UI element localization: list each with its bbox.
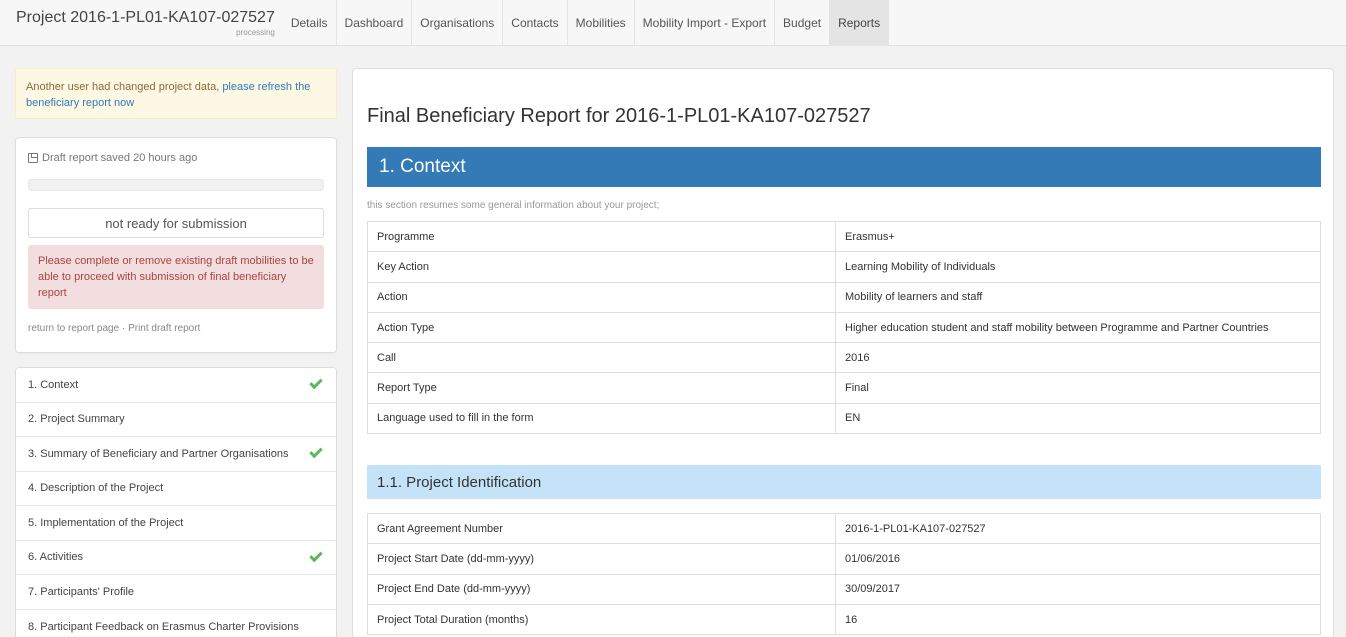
table-row: Language used to fill in the form EN (367, 402, 1321, 435)
identification-table: Grant Agreement Number 2016-1-PL01-KA107-… (367, 513, 1321, 636)
table-row: Action Mobility of learners and staff (367, 281, 1321, 313)
tab-reports[interactable]: Reports (830, 0, 890, 46)
floppy-disk-icon (28, 153, 38, 163)
report-progress-bar (28, 179, 324, 191)
field-value: 2016-1-PL01-KA107-027527 (835, 513, 1321, 545)
table-row: Key Action Learning Mobility of Individua… (367, 251, 1321, 283)
field-label: Project Total Duration (months) (367, 603, 836, 636)
project-title: Project 2016-1-PL01-KA107-027527 (16, 8, 275, 26)
field-value: Erasmus+ (835, 220, 1321, 253)
tab-dashboard[interactable]: Dashboard (337, 0, 413, 46)
tab-organisations[interactable]: Organisations (412, 0, 504, 46)
draft-mobilities-error: Please complete or remove existing draft… (28, 245, 324, 309)
section-nav-label: 2. Project Summary (28, 413, 125, 426)
field-value: EN (835, 402, 1321, 435)
print-draft-link[interactable]: Print draft report (128, 323, 200, 334)
field-label: Project Start Date (dd-mm-yyyy) (367, 543, 836, 575)
draft-status-text: Draft report saved 20 hours ago (42, 152, 198, 164)
section-nav-label: 7. Participants' Profile (28, 585, 135, 598)
context-section-header: 1. Context (367, 147, 1321, 187)
section-nav-item[interactable]: 7. Participants' Profile (16, 575, 336, 610)
section-nav-label: 5. Implementation of the Project (28, 516, 184, 529)
tab-mobilities[interactable]: Mobilities (568, 0, 635, 46)
field-label: Programme (367, 220, 836, 253)
report-title: Final Beneficiary Report for 2016-1-PL01… (367, 105, 871, 127)
project-brand[interactable]: Project 2016-1-PL01-KA107-027527 process… (0, 0, 283, 45)
field-value: 2016 (835, 342, 1321, 374)
section-nav-label: 8. Participant Feedback on Erasmus Chart… (28, 620, 299, 633)
context-table: Programme Erasmus+ Key Action Learning Mobi… (367, 220, 1321, 435)
warning-text: Another user had changed project data, (26, 81, 223, 93)
table-row: Project Start Date (dd-mm-yyyy) 01/06/201… (367, 543, 1321, 575)
field-label: Report Type (367, 372, 836, 404)
section-nav-item[interactable]: 5. Implementation of the Project (16, 506, 336, 541)
section-nav-label: 1. Context (28, 378, 79, 391)
checkmark-icon (309, 445, 323, 459)
section-nav-item[interactable]: 1. Context (16, 368, 336, 403)
return-to-report-link[interactable]: return to report page (28, 323, 119, 334)
field-label: Language used to fill in the form (367, 402, 836, 435)
section-nav-item[interactable]: 8. Participant Feedback on Erasmus Chart… (16, 610, 336, 637)
checkmark-icon (309, 376, 323, 390)
refresh-warning-alert: Another user had changed project data, p… (15, 68, 337, 119)
section-nav-label: 3. Summary of Beneficiary and Partner Or… (28, 447, 289, 460)
checkmark-icon (309, 548, 323, 562)
table-row: Call 2016 (367, 342, 1321, 374)
field-value: Learning Mobility of Individuals (835, 251, 1321, 283)
table-row: Action Type Higher education student and … (367, 311, 1321, 344)
table-row: Grant Agreement Number 2016-1-PL01-KA107-… (367, 513, 1321, 545)
field-value: 16 (835, 603, 1321, 636)
tab-budget[interactable]: Budget (775, 0, 831, 46)
section-nav-label: 4. Description of the Project (28, 482, 164, 495)
tab-details[interactable]: Details (283, 0, 337, 46)
section-nav-item[interactable]: 4. Description of the Project (16, 472, 336, 506)
submission-panel: Draft report saved 20 hours ago not read… (15, 137, 337, 353)
project-status: processing (236, 27, 275, 37)
section-nav-item[interactable]: 3. Summary of Beneficiary and Partner Or… (16, 437, 336, 472)
left-sidebar: Another user had changed project data, p… (15, 68, 337, 637)
field-label: Grant Agreement Number (367, 513, 836, 545)
section-nav: 1. Context 2. Project Summary 3. Summary o… (15, 367, 337, 637)
field-value: Higher education student and staff mobil… (835, 311, 1321, 344)
field-label: Action (367, 281, 836, 313)
section-nav-item[interactable]: 2. Project Summary (16, 403, 336, 437)
table-row: Report Type Final (367, 372, 1321, 404)
submit-report-button[interactable]: not ready for submission (28, 208, 324, 238)
draft-status: Draft report saved 20 hours ago (28, 152, 324, 164)
top-navbar: Project 2016-1-PL01-KA107-027527 process… (0, 0, 1346, 46)
field-label: Key Action (367, 251, 836, 283)
field-label: Action Type (367, 311, 836, 344)
tab-contacts[interactable]: Contacts (503, 0, 568, 46)
table-row: Project Total Duration (months) 16 (367, 603, 1321, 636)
identification-section-header: 1.1. Project Identification (367, 465, 1321, 500)
field-label: Project End Date (dd-mm-yyyy) (367, 573, 836, 605)
field-value: 01/06/2016 (835, 543, 1321, 575)
table-row: Project End Date (dd-mm-yyyy) 30/09/2017 (367, 573, 1321, 605)
section-nav-label: 6. Activities (28, 551, 84, 564)
field-value: Final (835, 372, 1321, 404)
field-value: 30/09/2017 (835, 573, 1321, 605)
link-separator: · (121, 323, 126, 334)
section-nav-item[interactable]: 6. Activities (16, 541, 336, 575)
field-label: Call (367, 342, 836, 374)
tab-mobility-import-export[interactable]: Mobility Import - Export (635, 0, 776, 46)
context-section-description: this section resumes some general inform… (367, 200, 660, 211)
field-value: Mobility of learners and staff (835, 281, 1321, 313)
report-links: return to report page · Print draft repo… (28, 323, 324, 342)
table-row: Programme Erasmus+ (367, 220, 1321, 253)
report-main: Final Beneficiary Report for 2016-1-PL01… (352, 68, 1334, 637)
